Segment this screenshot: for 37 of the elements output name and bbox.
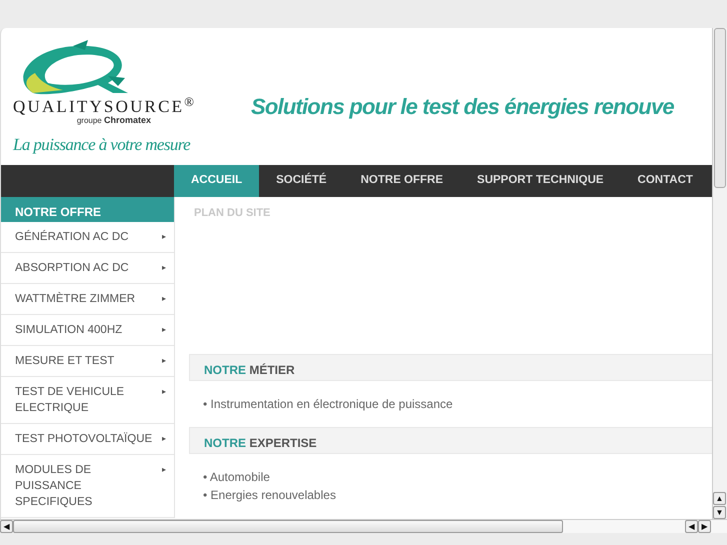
sidebar-item[interactable]: ABSORPTION AC DC ▸ <box>1 253 174 284</box>
brand-name: QUALITYSOURCE$^{®}$ <box>13 98 198 115</box>
group-name: groupe Chromatex <box>76 115 151 126</box>
caret-icon: ▸ <box>162 322 166 338</box>
sidebar-item[interactable]: TEST DE VEHICULE ELECTRIQUE ▸ <box>1 377 174 424</box>
sidebar-item[interactable]: MESURE ET TEST ▸ <box>1 346 174 377</box>
tagline: La puissance à votre mesure <box>13 134 192 156</box>
scroll-right-button[interactable]: ▶ <box>698 520 711 533</box>
section-title: NOTRE MÉTIER <box>189 354 712 380</box>
scroll-down-button[interactable]: ▼ <box>713 506 726 519</box>
scroll-up-button[interactable]: ▲ <box>713 492 726 505</box>
caret-icon: ▸ <box>162 353 166 369</box>
sidebar-item[interactable]: SIMULATION 400HZ ▸ <box>1 315 174 346</box>
sidebar-item[interactable]: GÉNÉRATION AC DC ▸ <box>1 222 174 253</box>
sidebar-item[interactable]: MODULES DE PUISSANCE SPECIFIQUES ▸ <box>1 455 174 518</box>
sidebar-item[interactable]: TEST PHOTOVOLTAÏQUE ▸ <box>1 424 174 455</box>
nav-tab[interactable]: NOTRE OFFRE <box>344 165 460 197</box>
list-item: • Energies renouvelables <box>203 486 337 504</box>
scroll-left-button[interactable]: ◀ <box>685 520 698 533</box>
list-item: • Instrumentation en électronique de puissance <box>203 396 454 412</box>
list-item: • Automobile <box>203 468 271 486</box>
caret-icon: ▸ <box>162 462 166 478</box>
nav-tab[interactable]: CONTACT <box>620 165 710 197</box>
nav-tab[interactable]: SUPPORT TECHNIQUE <box>460 165 621 197</box>
section-title: NOTRE EXPERTISE <box>189 426 712 454</box>
caret-icon: ▸ <box>162 229 166 245</box>
horizontal-scrollbar[interactable]: ◀ ◀ ▶ <box>0 519 727 533</box>
sidebar-item[interactable]: WATTMÈTRE ZIMMER ▸ <box>1 284 174 315</box>
scroll-left-button[interactable]: ◀ <box>0 520 13 533</box>
sidebar-title: NOTRE OFFRE <box>1 197 174 222</box>
nav-tab[interactable]: SOCIÉTÉ <box>259 165 344 197</box>
vertical-scrollbar[interactable]: ▲ ▼ <box>712 28 727 519</box>
caret-icon: ▸ <box>162 291 166 307</box>
caret-icon: ▸ <box>162 260 166 276</box>
caret-icon: ▸ <box>162 384 166 400</box>
headline: Solutions pour le test des énergies renouve <box>251 93 674 121</box>
caret-icon: ▸ <box>162 431 166 447</box>
